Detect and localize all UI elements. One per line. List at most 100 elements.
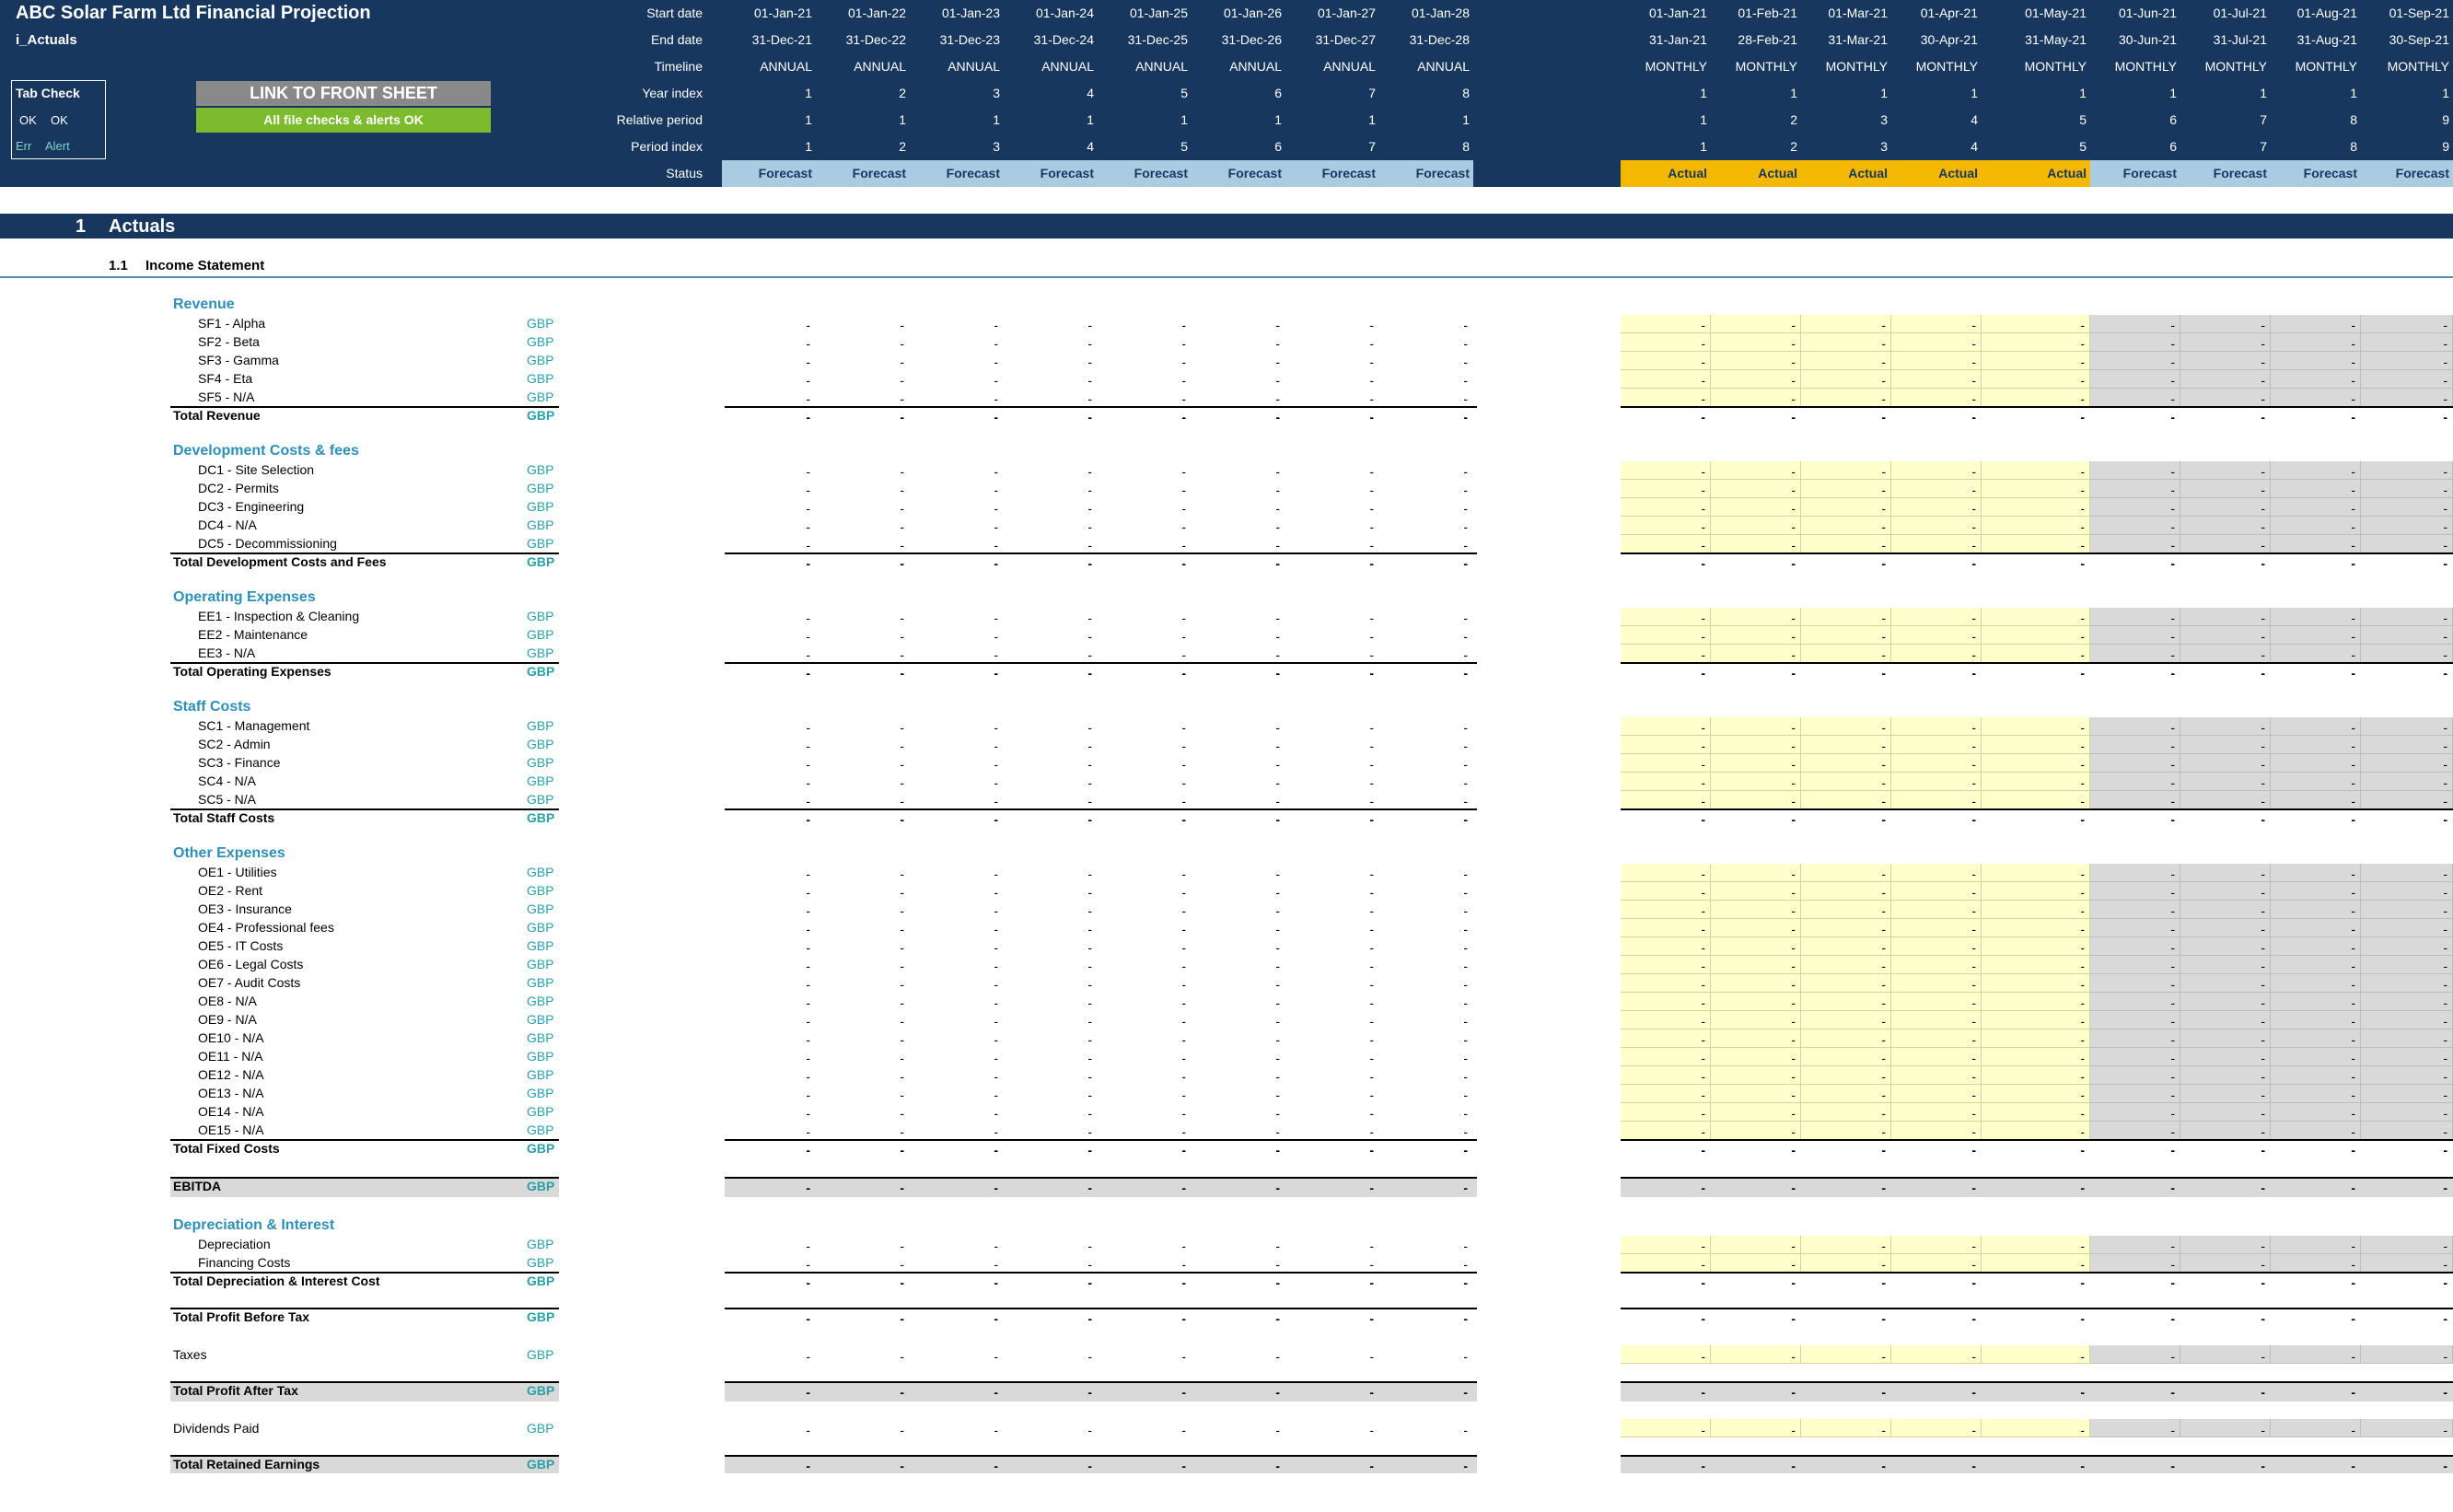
year-index-monthly-cell: 1 xyxy=(1790,86,1797,100)
annual-value-cell: - xyxy=(1181,977,1186,992)
status-annual-cell: Forecast xyxy=(1004,160,1098,187)
annual-value-cell: - xyxy=(1087,1349,1092,1364)
monthly-value-cell: - xyxy=(2261,1239,2265,1253)
monthly-value-cell: - xyxy=(2170,1459,2175,1473)
monthly-value-cell: - xyxy=(2443,757,2447,772)
annual-value-cell: - xyxy=(1463,940,1468,955)
annual-value-cell: - xyxy=(806,1385,810,1400)
annual-value-cell: - xyxy=(900,812,904,827)
annual-value-cell: - xyxy=(1463,1311,1468,1326)
annual-value-cell: - xyxy=(1275,391,1280,406)
monthly-value-cell: - xyxy=(2351,1106,2355,1121)
annual-value-cell: - xyxy=(994,739,998,753)
start-date-annual-cell: 01-Jan-28 xyxy=(1411,6,1470,20)
annual-value-cell: - xyxy=(900,1181,904,1195)
monthly-value-cell: - xyxy=(1971,1349,1976,1364)
monthly-value-cell: - xyxy=(1701,629,1705,644)
end-date-annual-cell: 31-Dec-27 xyxy=(1315,32,1376,47)
monthly-value-cell: - xyxy=(2080,501,2085,516)
annual-value-cell: - xyxy=(806,775,810,790)
monthly-value-cell: - xyxy=(2261,483,2265,497)
monthly-value-cell: - xyxy=(2443,538,2447,552)
year-index-monthly-cell: 1 xyxy=(1700,86,1707,100)
annual-value-cell: - xyxy=(806,1257,810,1272)
annual-value-cell: - xyxy=(1087,501,1092,516)
highlight-label-band xyxy=(170,1177,559,1197)
annual-value-cell: - xyxy=(806,812,810,827)
annual-value-cell: - xyxy=(1369,757,1374,772)
monthly-value-cell: - xyxy=(1881,501,1886,516)
monthly-value-cell: - xyxy=(2443,1143,2447,1157)
status-annual-cell: Forecast xyxy=(1379,160,1473,187)
annual-value-cell: - xyxy=(994,391,998,406)
timeline-monthly-cell: MONTHLY xyxy=(1915,59,1978,74)
monthly-value-cell: - xyxy=(1791,538,1796,552)
line-item-label: SF1 - Alpha xyxy=(198,316,266,331)
annual-value-cell: - xyxy=(1087,757,1092,772)
unit-label: GBP xyxy=(527,353,554,367)
annual-value-cell: - xyxy=(900,373,904,388)
monthly-value-cell: - xyxy=(2080,647,2085,662)
monthly-value-cell: - xyxy=(1971,922,1976,936)
monthly-value-cell: - xyxy=(2351,1181,2355,1195)
monthly-value-cell: - xyxy=(1791,1124,1796,1139)
year-index-annual-cell: 8 xyxy=(1462,86,1470,100)
monthly-value-cell: - xyxy=(2351,794,2355,808)
line-item-label: SF3 - Gamma xyxy=(198,353,279,367)
annual-value-cell: - xyxy=(1087,1124,1092,1139)
link-to-front-sheet-button[interactable]: LINK TO FRONT SHEET xyxy=(196,81,491,106)
annual-value-cell: - xyxy=(1275,995,1280,1010)
annual-value-cell: - xyxy=(806,1239,810,1253)
monthly-value-cell: - xyxy=(1881,1385,1886,1400)
annual-value-cell: - xyxy=(1369,666,1374,680)
period-index-monthly-cell: 1 xyxy=(1700,139,1707,154)
monthly-value-cell: - xyxy=(1971,903,1976,918)
annual-value-cell: - xyxy=(1087,720,1092,735)
annual-value-cell: - xyxy=(900,757,904,772)
monthly-value-cell: - xyxy=(2443,720,2447,735)
monthly-value-cell: - xyxy=(2170,866,2175,881)
annual-value-cell: - xyxy=(900,720,904,735)
monthly-value-cell: - xyxy=(1881,885,1886,900)
unit-label: GBP xyxy=(527,1030,554,1045)
monthly-value-cell: - xyxy=(2443,1275,2447,1290)
unit-label: GBP xyxy=(527,664,555,679)
line-item-label: OE14 - N/A xyxy=(198,1104,264,1119)
annual-value-cell: - xyxy=(1463,1051,1468,1065)
unit-label: GBP xyxy=(527,1012,554,1027)
monthly-value-cell: - xyxy=(1881,1423,1886,1437)
annual-value-cell: - xyxy=(1275,464,1280,479)
monthly-value-cell: - xyxy=(2351,720,2355,735)
annual-value-cell: - xyxy=(806,1275,810,1290)
unit-label: GBP xyxy=(527,1255,554,1270)
monthly-value-cell: - xyxy=(1701,1423,1705,1437)
monthly-value-cell: - xyxy=(2351,866,2355,881)
annual-value-cell: - xyxy=(1463,538,1468,552)
monthly-value-cell: - xyxy=(2080,1087,2085,1102)
annual-value-cell: - xyxy=(900,739,904,753)
annual-value-cell: - xyxy=(900,666,904,680)
start-date-annual-cell: 01-Jan-26 xyxy=(1223,6,1282,20)
monthly-value-cell: - xyxy=(2080,1275,2085,1290)
annual-value-cell: - xyxy=(1181,812,1186,827)
annual-value-cell: - xyxy=(1087,483,1092,497)
monthly-value-cell: - xyxy=(2351,647,2355,662)
monthly-value-cell: - xyxy=(2080,1423,2085,1437)
total-annual-rule xyxy=(725,406,1477,408)
monthly-value-cell: - xyxy=(1971,1051,1976,1065)
relative-period-annual-cell: 1 xyxy=(1368,112,1376,127)
monthly-value-cell: - xyxy=(1701,977,1705,992)
relative-period-annual-cell: 1 xyxy=(993,112,1000,127)
monthly-value-cell: - xyxy=(1791,1257,1796,1272)
monthly-value-cell: - xyxy=(2080,464,2085,479)
annual-value-cell: - xyxy=(1275,866,1280,881)
monthly-value-cell: - xyxy=(2351,812,2355,827)
status-monthly-cell: Forecast xyxy=(2271,160,2361,187)
monthly-value-cell: - xyxy=(2170,794,2175,808)
monthly-value-cell: - xyxy=(2170,318,2175,332)
unit-label: GBP xyxy=(527,1179,555,1193)
monthly-value-cell: - xyxy=(1791,775,1796,790)
monthly-value-cell: - xyxy=(1881,373,1886,388)
monthly-value-cell: - xyxy=(2170,501,2175,516)
monthly-value-cell: - xyxy=(2443,1181,2447,1195)
